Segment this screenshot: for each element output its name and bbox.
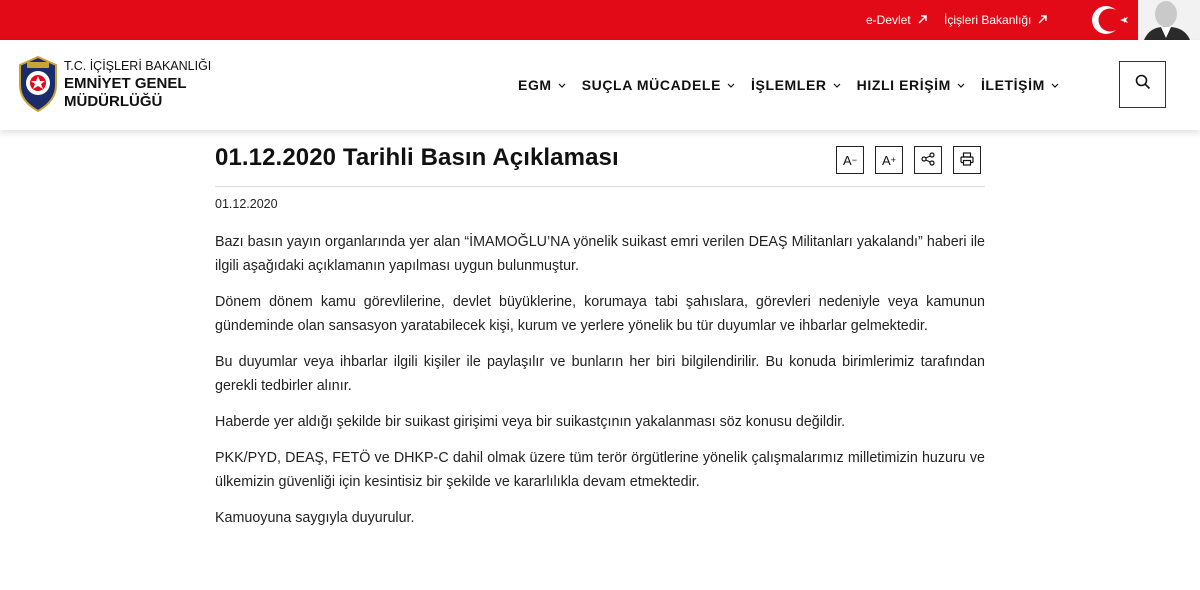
chevron-down-icon	[957, 80, 965, 90]
brand-title[interactable]: T.C. İÇİŞLERİ BAKANLIĞI EMNİYET GENEL MÜ…	[64, 57, 211, 111]
chevron-down-icon	[727, 80, 735, 90]
article-paragraph: Kamuoyuna saygıyla duyurulur.	[215, 510, 415, 526]
ministry-label: T.C. İÇİŞLERİ BAKANLIĞI	[64, 59, 212, 73]
icisleri-link[interactable]: İçişleri Bakanlığı	[944, 13, 1048, 27]
font-decrease-button[interactable]: A −	[836, 146, 864, 174]
article-paragraph: Dönem dönem kamu görevlilerine, devlet b…	[215, 294, 985, 334]
font-increase-label: A	[882, 152, 891, 168]
nav-item-egm[interactable]: EGM	[518, 77, 566, 93]
chevron-down-icon	[1051, 80, 1059, 90]
chevron-down-icon	[558, 80, 566, 90]
share-button[interactable]	[914, 146, 942, 174]
brand-line2: MÜDÜRLÜĞÜ	[64, 93, 163, 110]
font-decrease-sign: −	[851, 155, 857, 165]
external-arrow-icon	[918, 14, 927, 26]
font-increase-button[interactable]: A +	[875, 146, 903, 174]
nav-item-label: İLETİŞİM	[980, 77, 1045, 93]
police-logo[interactable]	[16, 55, 60, 113]
publish-date: 01.12.2020	[215, 197, 278, 211]
nav-item-label: HIZLI ERİŞİM	[856, 77, 951, 93]
font-decrease-label: A	[843, 152, 852, 168]
main-nav: EGM SUÇLA MÜCADELE İŞLEMLER HIZLI ERİŞİM…	[518, 77, 1059, 93]
share-icon	[921, 151, 935, 169]
title-divider	[215, 186, 985, 187]
article-body: Bazı basın yayın organlarında yer alan “…	[215, 230, 985, 542]
icisleri-link-label: İçişleri Bakanlığı	[944, 13, 1032, 27]
site-header: T.C. İÇİŞLERİ BAKANLIĞI EMNİYET GENEL MÜ…	[0, 40, 1200, 130]
nav-item-hizli-erisim[interactable]: HIZLI ERİŞİM	[857, 77, 965, 93]
font-increase-sign: +	[890, 155, 896, 165]
external-arrow-icon	[1038, 14, 1048, 26]
brand-line1: EMNİYET GENEL	[64, 75, 187, 92]
nav-item-label: EGM	[518, 77, 552, 93]
article-paragraph: Haberde yer aldığı şekilde bir suikast g…	[215, 414, 846, 430]
article-tools: A − A +	[836, 146, 981, 174]
search-button[interactable]	[1119, 61, 1166, 108]
print-button[interactable]	[953, 146, 981, 174]
article-paragraph: Bu duyumlar veya ihbarlar ilgili kişiler…	[215, 354, 985, 394]
article-paragraph: PKK/PYD, DEAŞ, FETÖ ve DHKP-C dahil olma…	[215, 450, 985, 490]
nav-item-sucla-mucadele[interactable]: SUÇLA MÜCADELE	[582, 77, 735, 93]
flag-portrait-image	[1086, 0, 1200, 40]
nav-item-islemler[interactable]: İŞLEMLER	[751, 77, 841, 93]
article-paragraph: Bazı basın yayın organlarında yer alan “…	[215, 234, 985, 274]
edevlet-link[interactable]: e-Devlet	[866, 13, 927, 27]
page-title: 01.12.2020 Tarihli Basın Açıklaması	[215, 144, 619, 171]
nav-item-label: İŞLEMLER	[751, 77, 827, 93]
nav-item-iletisim[interactable]: İLETİŞİM	[981, 77, 1059, 93]
chevron-down-icon	[833, 80, 841, 90]
edevlet-link-label: e-Devlet	[866, 13, 911, 27]
nav-item-label: SUÇLA MÜCADELE	[581, 77, 722, 93]
print-icon	[960, 151, 974, 169]
search-icon	[1135, 74, 1151, 95]
top-bar: e-Devlet İçişleri Bakanlığı	[0, 0, 1200, 40]
